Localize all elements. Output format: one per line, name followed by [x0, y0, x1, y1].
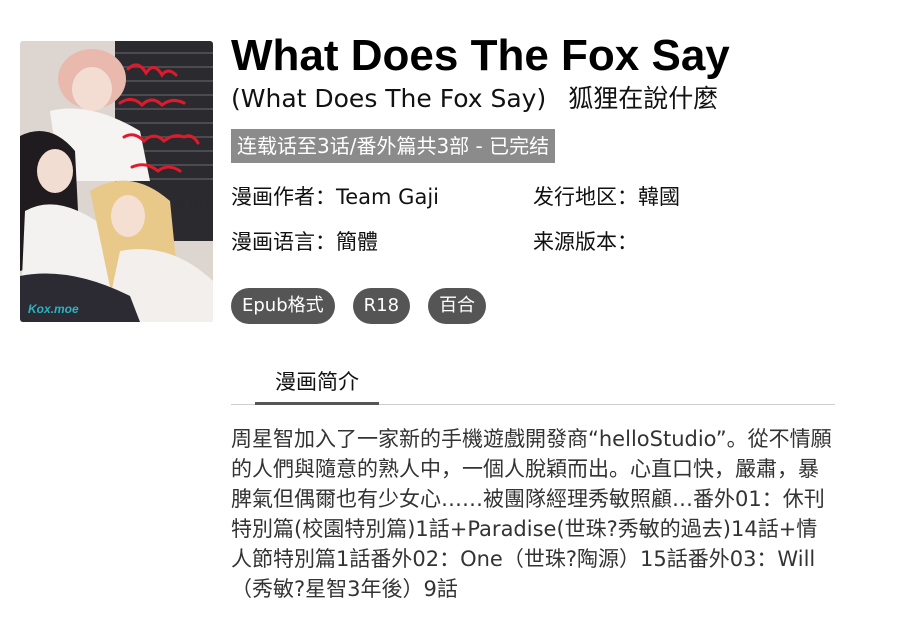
meta-row-2: 漫画语言：簡體 来源版本：: [231, 227, 638, 257]
book-alt-title: 狐狸在說什麼: [568, 84, 719, 113]
book-subtitle: (What Does The Fox Say): [231, 84, 547, 113]
status-badge: 连载话至3话/番外篇共3部 - 已完结: [231, 129, 556, 163]
tag-r18[interactable]: R18: [352, 288, 411, 324]
book-subtitle-row: (What Does The Fox Say) 狐狸在說什麼: [231, 82, 718, 116]
meta-row-1: 漫画作者：Team Gaji 发行地区：韓國: [231, 182, 680, 212]
tag-list: Epub格式 R18 百合: [231, 288, 487, 324]
source-field: 来源版本：: [533, 230, 638, 254]
tab-intro[interactable]: 漫画简介: [255, 366, 379, 405]
book-description: 周星智加入了一家新的手機遊戲開發商“helloStudio”。從不情願的人們與隨…: [231, 427, 832, 601]
tag-yuri[interactable]: 百合: [428, 288, 487, 324]
book-title: What Does The Fox Say: [231, 31, 730, 80]
tab-bar: 漫画简介: [231, 366, 835, 405]
tag-epub[interactable]: Epub格式: [231, 288, 335, 324]
cover-illustration: 팀 가지 Kox.moe: [20, 41, 213, 322]
author-field[interactable]: 漫画作者：Team Gaji: [231, 185, 439, 209]
region-field: 发行地区：韓國: [533, 185, 680, 209]
cover-korean-text: 팀 가지: [172, 200, 209, 214]
cover-watermark: Kox.moe: [28, 302, 79, 316]
language-field: 漫画语言：簡體: [231, 230, 378, 254]
cover-image[interactable]: 팀 가지 Kox.moe: [20, 41, 213, 322]
book-detail-page: 팀 가지 Kox.moe What Does The Fox Say (What…: [0, 0, 907, 642]
